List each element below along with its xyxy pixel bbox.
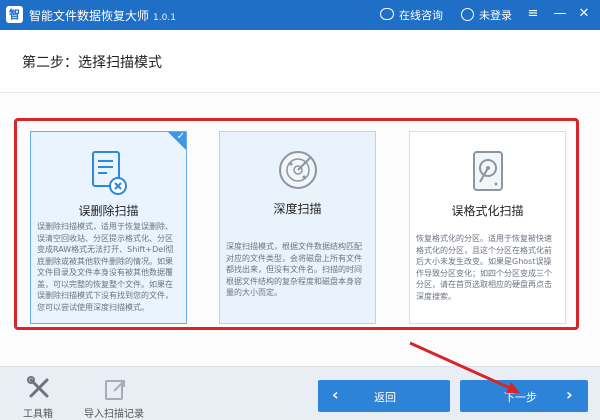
highlight-annotation <box>14 118 579 330</box>
chevron-right-icon: › <box>566 385 573 404</box>
back-button[interactable]: ‹ 返回 <box>318 380 450 412</box>
import-icon <box>105 380 125 400</box>
step-title: 第二步：选择扫描模式 <box>22 55 162 71</box>
user-icon[interactable] <box>461 8 474 21</box>
next-button[interactable]: 下一步 › <box>460 380 588 412</box>
step-header: 第二步：选择扫描模式 <box>0 30 600 93</box>
online-consult-link[interactable]: 在线咨询 <box>399 7 443 23</box>
minimize-button[interactable]: — <box>550 4 570 24</box>
app-version: 1.0.1 <box>153 13 176 23</box>
back-label: 返回 <box>374 391 396 404</box>
tools-icon <box>27 376 49 398</box>
chat-icon[interactable] <box>380 8 394 20</box>
close-button[interactable]: ✕ <box>574 4 594 24</box>
menu-icon[interactable]: ≡ <box>523 4 543 24</box>
app-title: 智能文件数据恢复大师 1.0.1 <box>29 7 176 24</box>
toolbox-button[interactable]: 工具箱 <box>14 367 64 420</box>
app-logo: 智 <box>6 6 23 23</box>
login-link[interactable]: 未登录 <box>479 7 512 23</box>
toolbox-label: 工具箱 <box>23 409 53 420</box>
title-bar: 智 智能文件数据恢复大师 1.0.1 在线咨询 未登录 ≡ — ✕ <box>0 0 600 30</box>
app-name: 智能文件数据恢复大师 <box>29 9 150 23</box>
import-record-button[interactable]: 导入扫描记录 <box>80 367 150 420</box>
chevron-left-icon: ‹ <box>332 385 339 404</box>
import-record-label: 导入扫描记录 <box>84 409 144 420</box>
next-label: 下一步 <box>504 391 537 404</box>
